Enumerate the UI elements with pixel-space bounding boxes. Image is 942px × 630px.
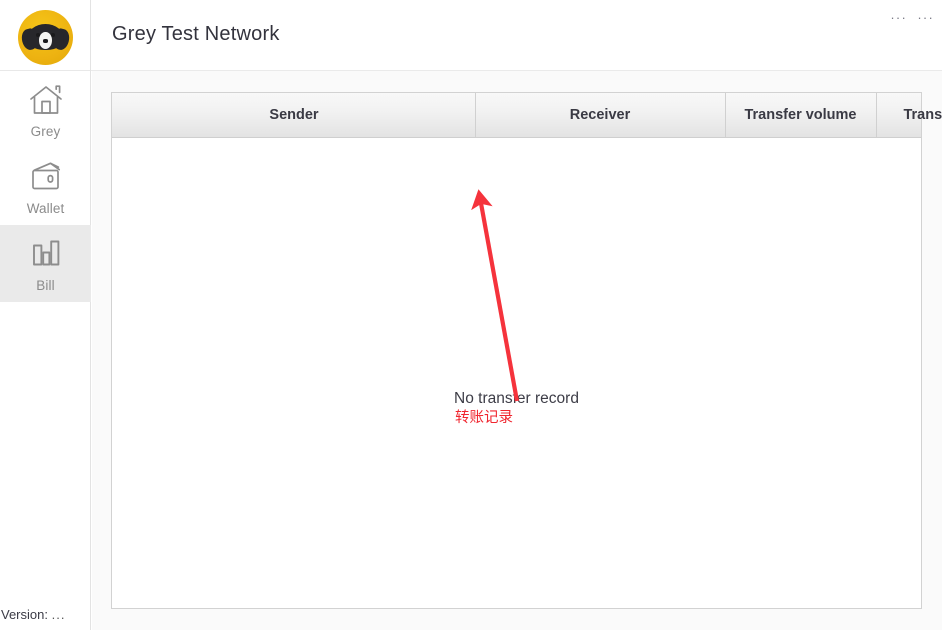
dog-nose-shape [43,39,48,43]
table-header-row: Sender Receiver Transfer volume Transfer… [112,93,942,138]
table-body: No transfer record [112,138,921,608]
column-header-sender[interactable]: Sender [113,93,475,137]
logo-area [0,0,90,71]
sidebar-item-wallet[interactable]: Wallet [0,148,91,225]
main-content: Sender Receiver Transfer volume Transfer… [92,71,942,630]
wallet-icon [26,158,66,196]
column-header-receiver[interactable]: Receiver [475,93,725,137]
dog-eye-left-shape [36,33,40,37]
column-divider[interactable] [725,93,726,137]
home-icon [26,81,66,119]
dog-avatar-icon[interactable] [18,10,73,65]
sidebar: Grey Wallet Bill Version: ... [0,0,91,630]
column-divider[interactable] [475,93,476,137]
transfer-records-table: Sender Receiver Transfer volume Transfer… [111,92,942,609]
window-menu-icon[interactable]: ··· [890,11,907,24]
empty-state-message: No transfer record [454,390,579,407]
column-header-transfer-time[interactable]: Transfer time [876,93,942,137]
version-info: Version: ... [0,607,91,622]
column-header-transfer-volume[interactable]: Transfer volume [725,93,876,137]
sidebar-item-label: Grey [30,123,61,139]
titlebar: Grey Test Network ··· ··· [91,0,942,71]
sidebar-item-label: Wallet [26,200,65,216]
version-label: Version: [1,607,48,622]
column-divider[interactable] [876,93,877,137]
sidebar-item-grey[interactable]: Grey [0,71,91,148]
page-title: Grey Test Network [112,23,280,45]
bar-chart-icon [26,235,66,273]
sidebar-item-label: Bill [36,277,55,293]
app-window: Grey Wallet Bill Version: ... Grey Test … [0,0,942,630]
window-overflow-icon[interactable]: ··· [917,11,934,24]
version-value: ... [51,607,66,622]
dog-eye-right-shape [51,33,55,37]
sidebar-item-bill[interactable]: Bill [0,225,91,302]
